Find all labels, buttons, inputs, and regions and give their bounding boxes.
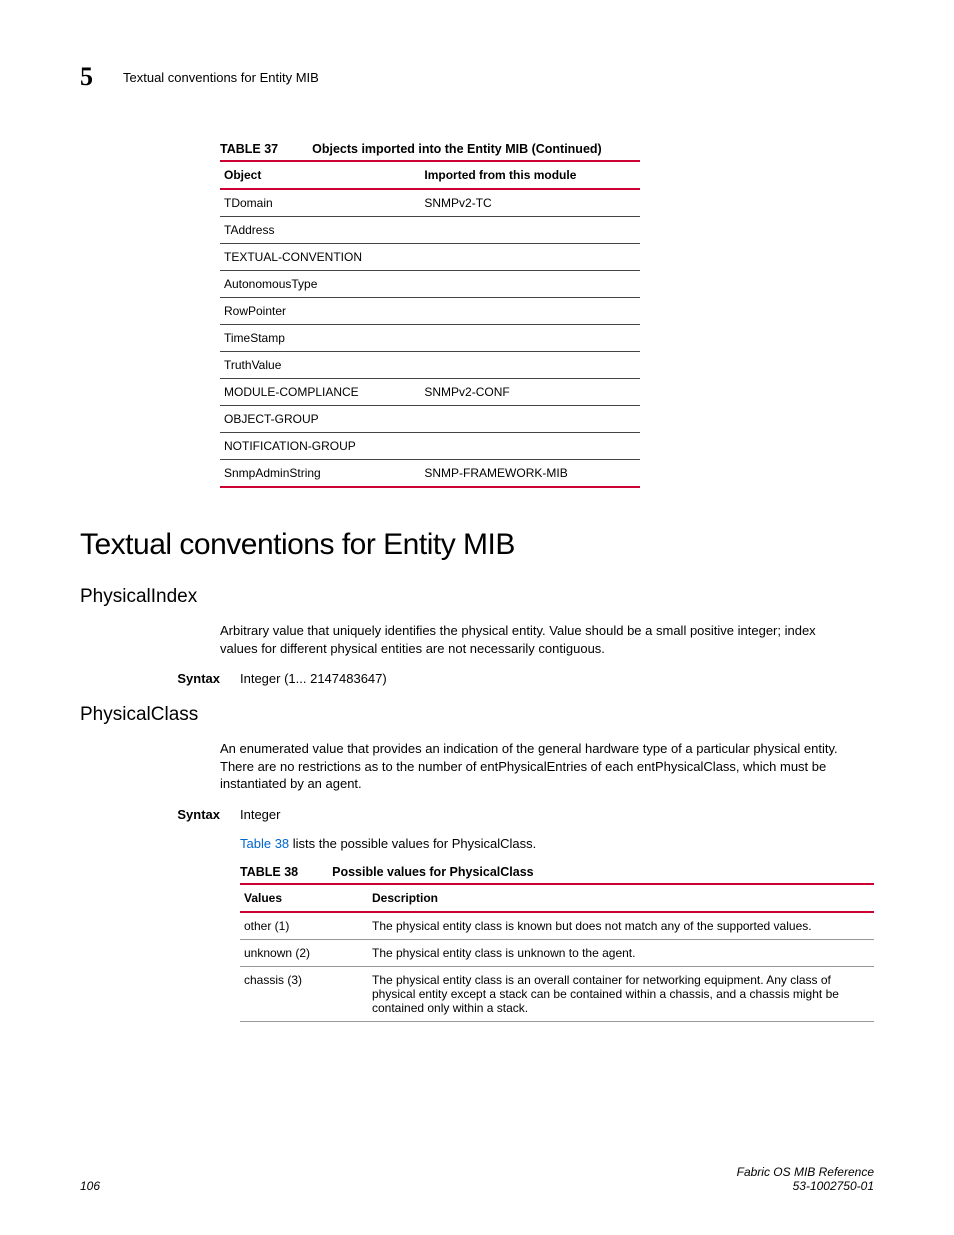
table38-title: Possible values for PhysicalClass: [332, 865, 534, 879]
table38: Values Description other (1)The physical…: [240, 883, 874, 1022]
doc-title: Fabric OS MIB Reference: [737, 1165, 874, 1179]
table37-block: TABLE 37 Objects imported into the Entity…: [220, 142, 856, 488]
table-cell-object: TimeStamp: [220, 325, 420, 352]
table-row: TruthValue: [220, 352, 640, 379]
table38-caption: TABLE 38 Possible values for PhysicalClas…: [240, 865, 874, 879]
table-cell-module: [420, 298, 640, 325]
table-row: chassis (3)The physical entity class is …: [240, 966, 874, 1021]
physicalindex-syntax-row: Syntax Integer (1... 2147483647): [80, 671, 874, 686]
table-cell-value: other (1): [240, 912, 368, 940]
syntax-value: Integer (1... 2147483647): [220, 671, 874, 686]
syntax-label: Syntax: [150, 671, 220, 686]
table-cell-module: SNMPv2-CONF: [420, 379, 640, 406]
table-row: unknown (2)The physical entity class is …: [240, 939, 874, 966]
table-cell-module: SNMPv2-TC: [420, 189, 640, 217]
table-cell-object: AutonomousType: [220, 271, 420, 298]
page-footer: 106 Fabric OS MIB Reference 53-1002750-0…: [80, 1165, 874, 1193]
table-cell-module: [420, 217, 640, 244]
table-row: OBJECT-GROUP: [220, 406, 640, 433]
table-row: MODULE-COMPLIANCESNMPv2-CONF: [220, 379, 640, 406]
table-cell-object: SnmpAdminString: [220, 460, 420, 488]
syntax-label: Syntax: [150, 807, 220, 1022]
table-cell-object: TruthValue: [220, 352, 420, 379]
table-cell-value: unknown (2): [240, 939, 368, 966]
table37-title: Objects imported into the Entity MIB (Co…: [312, 142, 602, 156]
page-number: 106: [80, 1179, 100, 1193]
table-cell-module: [420, 244, 640, 271]
table-row: AutonomousType: [220, 271, 640, 298]
table-cell-object: RowPointer: [220, 298, 420, 325]
table-cell-object: NOTIFICATION-GROUP: [220, 433, 420, 460]
table-cell-description: The physical entity class is an overall …: [368, 966, 874, 1021]
table37-caption: TABLE 37 Objects imported into the Entity…: [220, 142, 856, 156]
physicalindex-heading: PhysicalIndex: [80, 586, 874, 608]
table-cell-module: SNMP-FRAMEWORK-MIB: [420, 460, 640, 488]
table-row: TEXTUAL-CONVENTION: [220, 244, 640, 271]
xref-rest: lists the possible values for PhysicalCl…: [289, 836, 536, 851]
table-cell-description: The physical entity class is unknown to …: [368, 939, 874, 966]
section-title: Textual conventions for Entity MIB: [80, 528, 874, 562]
table-row: TimeStamp: [220, 325, 640, 352]
xref-line: Table 38 lists the possible values for P…: [240, 836, 874, 851]
table-cell-object: TEXTUAL-CONVENTION: [220, 244, 420, 271]
table38-link[interactable]: Table 38: [240, 836, 289, 851]
physicalclass-heading: PhysicalClass: [80, 704, 874, 726]
running-title: Textual conventions for Entity MIB: [123, 70, 319, 85]
table-cell-value: chassis (3): [240, 966, 368, 1021]
table37: Object Imported from this module TDomain…: [220, 160, 640, 488]
table-cell-description: The physical entity class is known but d…: [368, 912, 874, 940]
table38-col1-header: Values: [240, 884, 368, 912]
doc-number: 53-1002750-01: [737, 1179, 874, 1193]
table-row: SnmpAdminStringSNMP-FRAMEWORK-MIB: [220, 460, 640, 488]
physicalclass-body: An enumerated value that provides an ind…: [220, 740, 856, 793]
footer-right: Fabric OS MIB Reference 53-1002750-01: [737, 1165, 874, 1193]
physicalclass-syntax-row: Syntax Integer Table 38 lists the possib…: [80, 807, 874, 1022]
page-header: 5 Textual conventions for Entity MIB: [80, 62, 874, 92]
table-cell-module: [420, 325, 640, 352]
table-cell-module: [420, 352, 640, 379]
table-cell-object: TDomain: [220, 189, 420, 217]
table37-col1-header: Object: [220, 161, 420, 189]
table-row: NOTIFICATION-GROUP: [220, 433, 640, 460]
table37-body: TDomainSNMPv2-TCTAddressTEXTUAL-CONVENTI…: [220, 189, 640, 487]
table-cell-module: [420, 406, 640, 433]
table38-col2-header: Description: [368, 884, 874, 912]
table-cell-object: TAddress: [220, 217, 420, 244]
table-cell-module: [420, 271, 640, 298]
syntax-value: Integer Table 38 lists the possible valu…: [220, 807, 874, 1022]
chapter-number: 5: [80, 62, 93, 92]
table-cell-object: OBJECT-GROUP: [220, 406, 420, 433]
table-row: RowPointer: [220, 298, 640, 325]
table-cell-module: [420, 433, 640, 460]
physicalindex-body: Arbitrary value that uniquely identifies…: [220, 622, 856, 657]
syntax-value-text: Integer: [240, 807, 874, 822]
table37-number: TABLE 37: [220, 142, 278, 156]
page: 5 Textual conventions for Entity MIB TAB…: [0, 0, 954, 1235]
table-row: TAddress: [220, 217, 640, 244]
table37-col2-header: Imported from this module: [420, 161, 640, 189]
table38-body: other (1)The physical entity class is kn…: [240, 912, 874, 1022]
table-row: other (1)The physical entity class is kn…: [240, 912, 874, 940]
table-row: TDomainSNMPv2-TC: [220, 189, 640, 217]
table-cell-object: MODULE-COMPLIANCE: [220, 379, 420, 406]
table38-number: TABLE 38: [240, 865, 298, 879]
